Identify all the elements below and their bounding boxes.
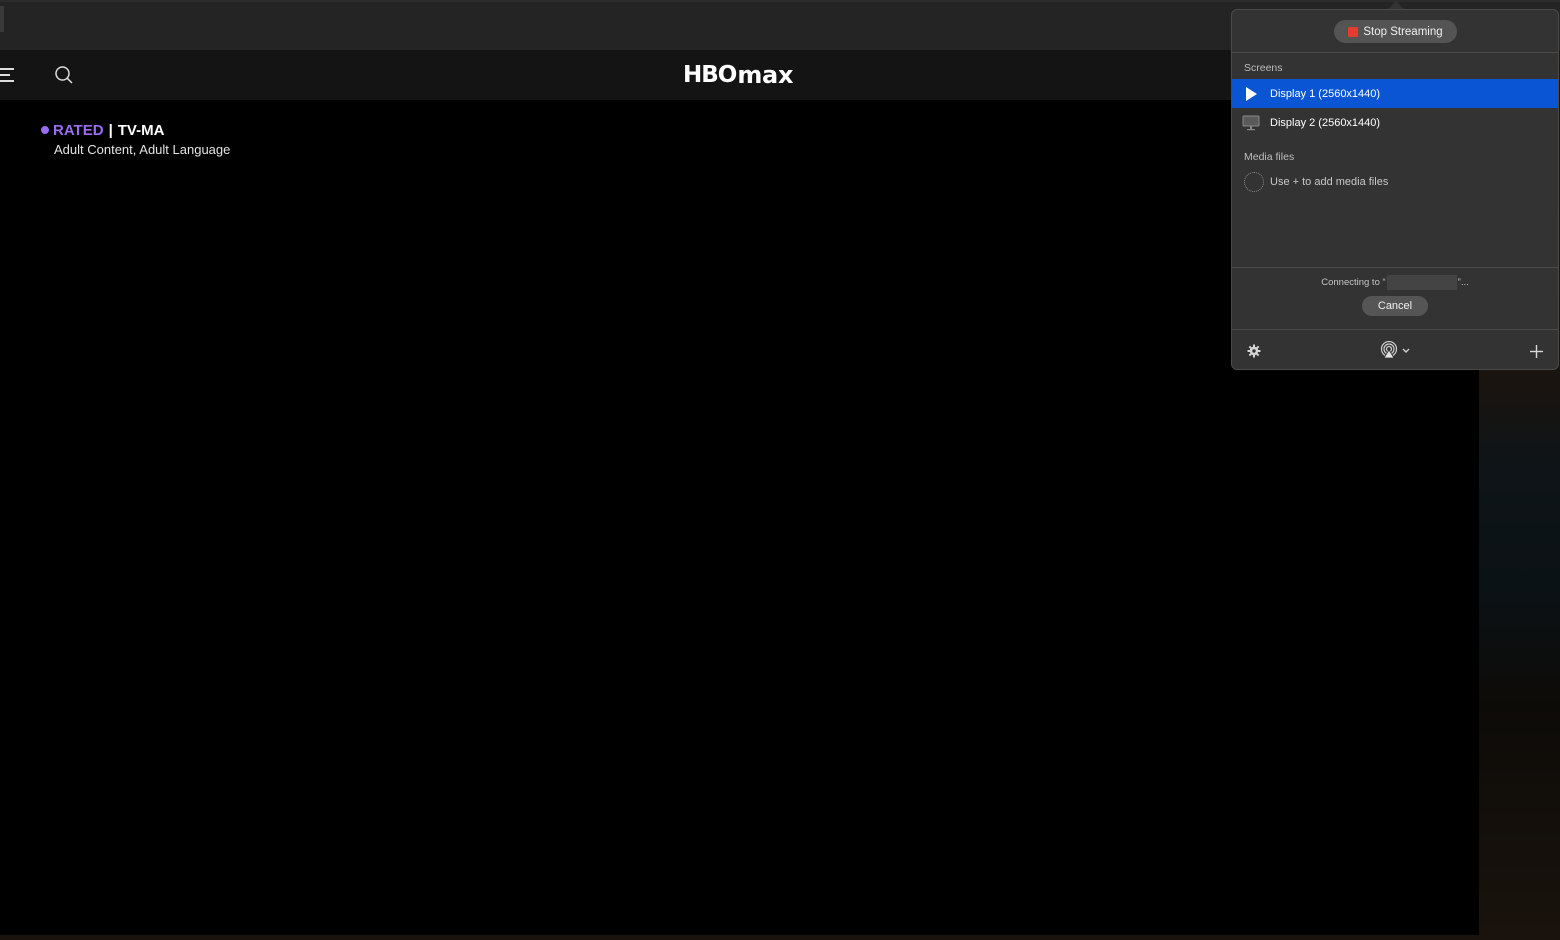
- stop-streaming-button[interactable]: Stop Streaming: [1334, 20, 1457, 43]
- logo-max: max: [737, 61, 794, 89]
- status-prefix: Connecting to “: [1321, 277, 1386, 288]
- monitor-icon: [1232, 115, 1270, 131]
- rating-value: TV-MA: [117, 121, 165, 139]
- search-icon[interactable]: [54, 65, 74, 85]
- screen-item-display-2[interactable]: Display 2 (2560x1440): [1232, 108, 1558, 137]
- hbomax-logo[interactable]: HBO max: [683, 62, 793, 88]
- status-suffix: ”...: [1457, 277, 1469, 288]
- media-files-heading: Media files: [1244, 151, 1295, 163]
- empty-placeholder-icon: [1244, 172, 1264, 192]
- rating-dot-icon: [41, 126, 49, 134]
- screen-item-display-1[interactable]: Display 1 (2560x1440): [1232, 79, 1558, 108]
- screen-item-label: Display 1 (2560x1440): [1270, 87, 1381, 100]
- divider: [1232, 329, 1558, 330]
- gear-icon[interactable]: [1246, 343, 1262, 359]
- divider: [1232, 52, 1558, 53]
- window-edge: [0, 6, 4, 32]
- cancel-button[interactable]: Cancel: [1362, 296, 1428, 316]
- screens-heading: Screens: [1244, 62, 1283, 74]
- redacted-device-name: [1386, 275, 1457, 290]
- divider: [1232, 267, 1558, 268]
- rating-separator: |: [108, 121, 113, 139]
- airplay-popover: Stop Streaming Screens Display 1 (2560x1…: [1231, 9, 1559, 370]
- stop-square-icon: [1348, 26, 1359, 37]
- hamburger-menu-icon[interactable]: [0, 67, 16, 83]
- screen-item-label: Display 2 (2560x1440): [1270, 116, 1381, 129]
- media-files-empty: Use + to add media files: [1244, 172, 1388, 192]
- chevron-down-icon: [1402, 345, 1410, 357]
- media-empty-text: Use + to add media files: [1270, 176, 1389, 188]
- airplay-audio-icon: [1380, 340, 1398, 362]
- content-rating: RATED | TV-MA Adult Content, Adult Langu…: [41, 120, 230, 157]
- stop-streaming-label: Stop Streaming: [1363, 25, 1443, 38]
- logo-hbo: HBO: [683, 62, 737, 88]
- rating-label: RATED: [53, 121, 104, 139]
- plus-icon[interactable]: [1528, 343, 1544, 359]
- airplay-picker-button[interactable]: [1375, 340, 1415, 362]
- connection-status: Connecting to “ ”...: [1232, 275, 1558, 290]
- play-icon: [1232, 86, 1270, 101]
- rating-descriptors: Adult Content, Adult Language: [54, 142, 231, 157]
